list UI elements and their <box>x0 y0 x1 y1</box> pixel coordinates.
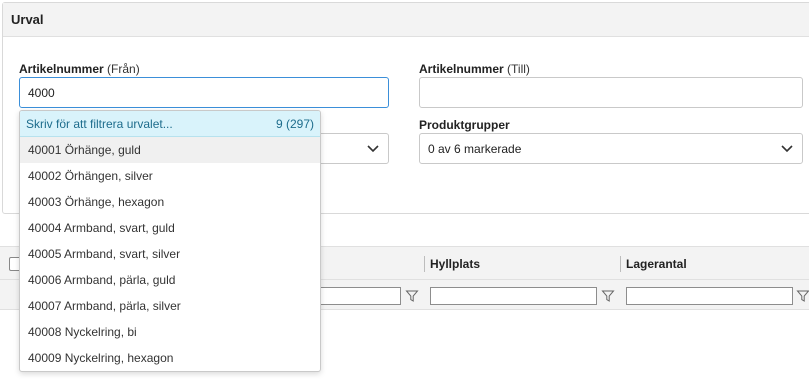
dropdown-option[interactable]: 40006 Armband, pärla, guld <box>20 267 320 293</box>
article-to-label-bold: Artikelnummer <box>419 62 504 76</box>
column-header-hyllplats[interactable]: Hyllplats <box>430 257 480 271</box>
column-header-lagerantal[interactable]: Lagerantal <box>626 257 687 271</box>
article-from-label-hint: (Från) <box>107 62 140 76</box>
filter-icon[interactable] <box>796 289 809 303</box>
article-autocomplete-dropdown: Skriv för att filtrera urvalet... 9 (297… <box>19 110 321 372</box>
productgroups-label: Produktgrupper <box>419 118 510 132</box>
filter-input-lagerantal[interactable] <box>626 287 793 305</box>
article-to-label: Artikelnummer (Till) <box>419 62 530 76</box>
chevron-down-icon <box>366 142 380 156</box>
productgroups-select[interactable]: 0 av 6 markerade <box>419 133 803 164</box>
panel-header: Urval <box>3 3 809 37</box>
dropdown-option[interactable]: 40004 Armband, svart, guld <box>20 215 320 241</box>
article-from-label: Artikelnummer (Från) <box>19 62 140 76</box>
filter-input-hyllplats[interactable] <box>430 287 597 305</box>
article-from-value: 4000 <box>28 85 55 100</box>
column-separator <box>620 256 621 272</box>
article-to-label-hint: (Till) <box>507 62 530 76</box>
column-separator <box>424 256 425 272</box>
dropdown-option[interactable]: 40005 Armband, svart, silver <box>20 241 320 267</box>
dropdown-option[interactable]: 40009 Nyckelring, hexagon <box>20 345 320 371</box>
dropdown-result-count: 9 (297) <box>275 116 314 131</box>
article-to-input[interactable] <box>419 77 803 108</box>
article-from-label-bold: Artikelnummer <box>19 62 104 76</box>
chevron-down-icon <box>780 142 794 156</box>
filter-icon[interactable] <box>405 289 419 303</box>
dropdown-option[interactable]: 40001 Örhänge, guld <box>20 137 320 163</box>
dropdown-option[interactable]: 40002 Örhängen, silver <box>20 163 320 189</box>
filter-icon[interactable] <box>601 289 615 303</box>
article-from-input[interactable]: 4000 <box>19 77 389 108</box>
dropdown-option[interactable]: 40007 Armband, pärla, silver <box>20 293 320 319</box>
panel-title: Urval <box>11 12 44 27</box>
dropdown-filter-header[interactable]: Skriv för att filtrera urvalet... 9 (297… <box>20 111 320 137</box>
productgroups-value: 0 av 6 markerade <box>428 141 522 156</box>
dropdown-option[interactable]: 40003 Örhänge, hexagon <box>20 189 320 215</box>
productgroups-label-text: Produktgrupper <box>419 118 510 132</box>
dropdown-option[interactable]: 40008 Nyckelring, bi <box>20 319 320 345</box>
dropdown-filter-placeholder: Skriv för att filtrera urvalet... <box>26 116 173 131</box>
